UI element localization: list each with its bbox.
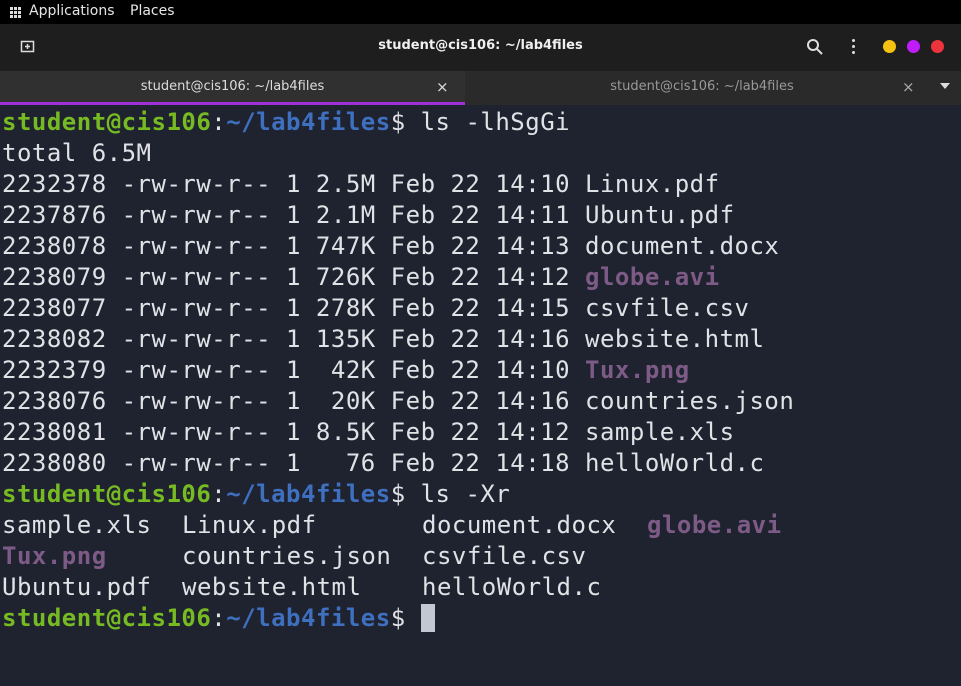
grid-file-name: Tux.png (2, 542, 107, 570)
prompt-path: ~/lab4files (226, 108, 391, 136)
prompt-user: student@cis106 (2, 604, 212, 632)
grid-file-name: Ubuntu.pdf (2, 573, 152, 601)
file-details: 2238081 -rw-rw-r-- 1 8.5K Feb 22 14:12 (2, 418, 586, 446)
applications-grid-icon[interactable] (10, 7, 21, 18)
prompt-user: student@cis106 (2, 108, 212, 136)
file-details: 2238079 -rw-rw-r-- 1 726K Feb 22 14:12 (2, 263, 586, 291)
file-details: 2232379 -rw-rw-r-- 1 42K Feb 22 14:10 (2, 356, 586, 384)
grid-file-name: csvfile.csv (422, 542, 587, 570)
prompt-colon: : (211, 604, 227, 632)
grid-file-name: document.docx (422, 511, 617, 539)
tab-close-icon[interactable]: × (436, 78, 449, 96)
grid-file-name: Linux.pdf (182, 511, 317, 539)
prompt-line: student@cis106:~/lab4files$ ls -Xr (2, 479, 510, 510)
file-details: 2238077 -rw-rw-r-- 1 278K Feb 22 14:15 (2, 294, 586, 322)
listing-row: 2232379 -rw-rw-r-- 1 42K Feb 22 14:10 Tu… (2, 355, 690, 386)
file-name: globe.avi (585, 263, 720, 291)
listing-row: 2238082 -rw-rw-r-- 1 135K Feb 22 14:16 w… (2, 324, 764, 355)
prompt-line: student@cis106:~/lab4files$ (2, 603, 435, 634)
file-details: 2237876 -rw-rw-r-- 1 2.1M Feb 22 14:11 (2, 201, 586, 229)
grid-file-name: website.html (182, 573, 362, 601)
file-name: countries.json (585, 387, 795, 415)
prompt-path: ~/lab4files (226, 480, 391, 508)
prompt-dollar: $ (390, 604, 406, 632)
minimize-button[interactable] (883, 40, 896, 53)
prompt-colon: : (211, 108, 227, 136)
tab-close-icon[interactable]: × (902, 78, 915, 96)
command-text: ls -lhSgGi (405, 108, 571, 136)
file-name: document.docx (585, 232, 780, 260)
file-details: 2238078 -rw-rw-r-- 1 747K Feb 22 14:13 (2, 232, 586, 260)
file-name: sample.xls (585, 418, 735, 446)
prompt-colon: : (211, 480, 227, 508)
prompt-line: student@cis106:~/lab4files$ ls -lhSgGi (2, 107, 570, 138)
listing-row: 2238081 -rw-rw-r-- 1 8.5K Feb 22 14:12 s… (2, 417, 735, 448)
places-menu[interactable]: Places (130, 3, 175, 19)
applications-menu[interactable]: Applications (29, 3, 115, 19)
listing-row: 2238080 -rw-rw-r-- 1 76 Feb 22 14:18 hel… (2, 448, 764, 479)
top-panel: Applications Places (0, 0, 961, 24)
listing-row: 2238078 -rw-rw-r-- 1 747K Feb 22 14:13 d… (2, 231, 779, 262)
listing-row: 2238079 -rw-rw-r-- 1 726K Feb 22 14:12 g… (2, 262, 720, 293)
prompt-user: student@cis106 (2, 480, 212, 508)
grid-file-name: countries.json (182, 542, 392, 570)
tab-list-dropdown-icon[interactable] (940, 83, 950, 89)
file-details: 2238076 -rw-rw-r-- 1 20K Feb 22 14:16 (2, 387, 586, 415)
listing-row: 2238076 -rw-rw-r-- 1 20K Feb 22 14:16 co… (2, 386, 794, 417)
tab-inactive[interactable]: student@cis106: ~/lab4files × (468, 71, 936, 105)
total-line: total 6.5M (2, 139, 152, 167)
terminal-output[interactable]: student@cis106:~/lab4files$ ls -lhSgGi t… (0, 105, 961, 686)
file-name: csvfile.csv (585, 294, 750, 322)
prompt-path: ~/lab4files (226, 604, 391, 632)
text-cursor (420, 604, 435, 632)
file-name: Ubuntu.pdf (585, 201, 735, 229)
tab-label: student@cis106: ~/lab4files (140, 79, 325, 94)
file-name: website.html (585, 325, 765, 353)
file-name: Linux.pdf (585, 170, 720, 198)
prompt-dollar: $ (390, 108, 406, 136)
search-icon[interactable] (806, 38, 824, 56)
listing-row: 2238077 -rw-rw-r-- 1 278K Feb 22 14:15 c… (2, 293, 749, 324)
file-details: 2238082 -rw-rw-r-- 1 135K Feb 22 14:16 (2, 325, 586, 353)
close-window-button[interactable] (931, 40, 944, 53)
listing-row: 2237876 -rw-rw-r-- 1 2.1M Feb 22 14:11 U… (2, 200, 735, 231)
menu-kebab-icon[interactable] (850, 38, 856, 56)
tab-label: student@cis106: ~/lab4files (610, 79, 794, 94)
title-bar: student@cis106: ~/lab4files (0, 24, 961, 71)
grid-file-name: helloWorld.c (422, 573, 602, 601)
tab-active[interactable]: student@cis106: ~/lab4files × (0, 71, 465, 105)
grid-file-name: globe.avi (647, 511, 782, 539)
listing-row: 2232378 -rw-rw-r-- 1 2.5M Feb 22 14:10 L… (2, 169, 720, 200)
grid-file-name: sample.xls (2, 511, 152, 539)
maximize-button[interactable] (907, 40, 920, 53)
tab-bar: student@cis106: ~/lab4files × student@ci… (0, 71, 961, 105)
file-name: Tux.png (585, 356, 690, 384)
file-name: helloWorld.c (585, 449, 765, 477)
file-details: 2238080 -rw-rw-r-- 1 76 Feb 22 14:18 (2, 449, 586, 477)
file-details: 2232378 -rw-rw-r-- 1 2.5M Feb 22 14:10 (2, 170, 586, 198)
command-text: ls -Xr (405, 480, 511, 508)
prompt-dollar: $ (390, 480, 406, 508)
